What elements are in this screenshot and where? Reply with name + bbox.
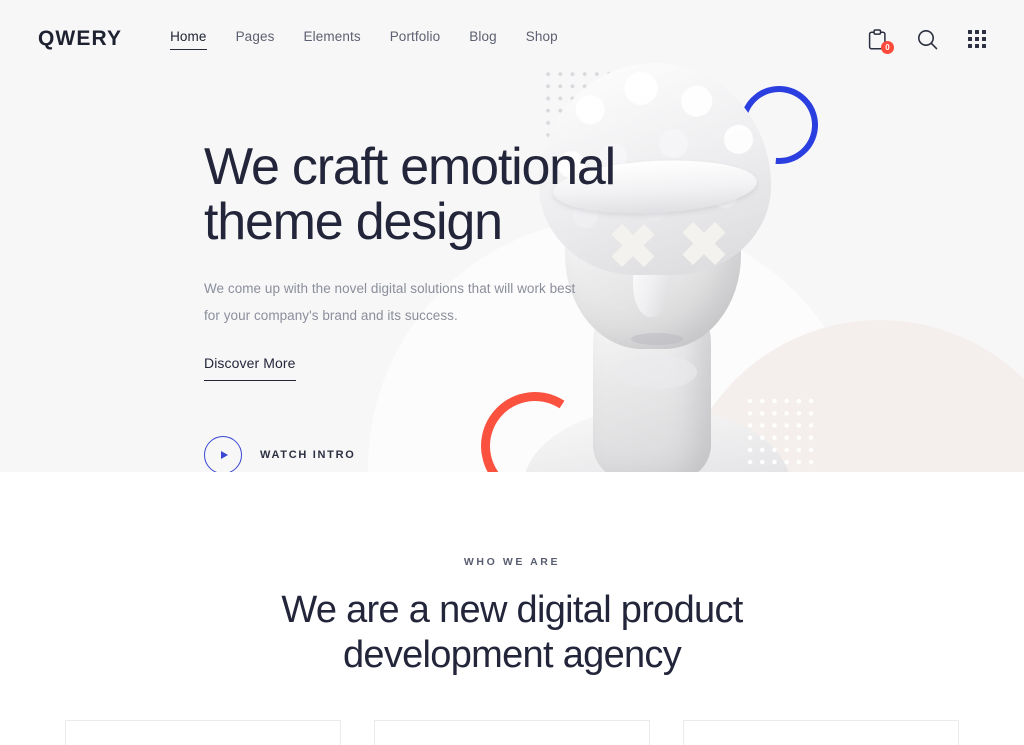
feature-card[interactable] — [374, 719, 650, 745]
header-actions: 0 — [864, 26, 990, 54]
watch-intro-label: WATCH INTRO — [260, 449, 356, 462]
hero-section: QWERY Home Pages Elements Portfolio Blog… — [0, 0, 1024, 472]
site-logo[interactable]: QWERY — [38, 27, 122, 51]
hero-title: We craft emotional theme design — [204, 138, 616, 251]
cart-count-badge: 0 — [881, 41, 894, 54]
hero-subtitle: We come up with the novel digital soluti… — [204, 281, 576, 324]
search-icon — [917, 29, 937, 49]
watch-intro-button[interactable]: WATCH INTRO — [204, 436, 394, 472]
grid-menu-button[interactable] — [964, 26, 990, 52]
hero-content: We craft emotional theme design We come … — [204, 140, 664, 472]
play-icon — [204, 436, 242, 472]
section-eyebrow: WHO WE ARE — [463, 556, 561, 568]
page-root: QWERY Home Pages Elements Portfolio Blog… — [0, 0, 1024, 745]
feature-card[interactable] — [65, 719, 341, 745]
site-header: QWERY Home Pages Elements Portfolio Blog… — [0, 0, 1024, 78]
eye-cross-right-icon — [681, 220, 727, 266]
who-we-are-section: WHO WE ARE We are a new digital product … — [0, 472, 1024, 745]
search-button[interactable] — [914, 26, 940, 52]
feature-cards — [0, 719, 1024, 745]
section-title: We are a new digital product development… — [281, 589, 743, 676]
grid-menu-icon — [967, 29, 987, 49]
main-navigation: Home Pages Elements Portfolio Blog Shop — [170, 29, 558, 50]
discover-more-link[interactable]: Discover More — [204, 355, 296, 382]
nav-item-shop[interactable]: Shop — [526, 29, 558, 49]
nav-item-home[interactable]: Home — [170, 29, 207, 50]
nav-item-elements[interactable]: Elements — [303, 29, 360, 49]
feature-card[interactable] — [683, 719, 959, 745]
nav-item-portfolio[interactable]: Portfolio — [390, 29, 441, 49]
nav-item-blog[interactable]: Blog — [469, 29, 497, 49]
cart-button[interactable]: 0 — [864, 26, 894, 54]
nav-item-pages[interactable]: Pages — [236, 29, 275, 49]
